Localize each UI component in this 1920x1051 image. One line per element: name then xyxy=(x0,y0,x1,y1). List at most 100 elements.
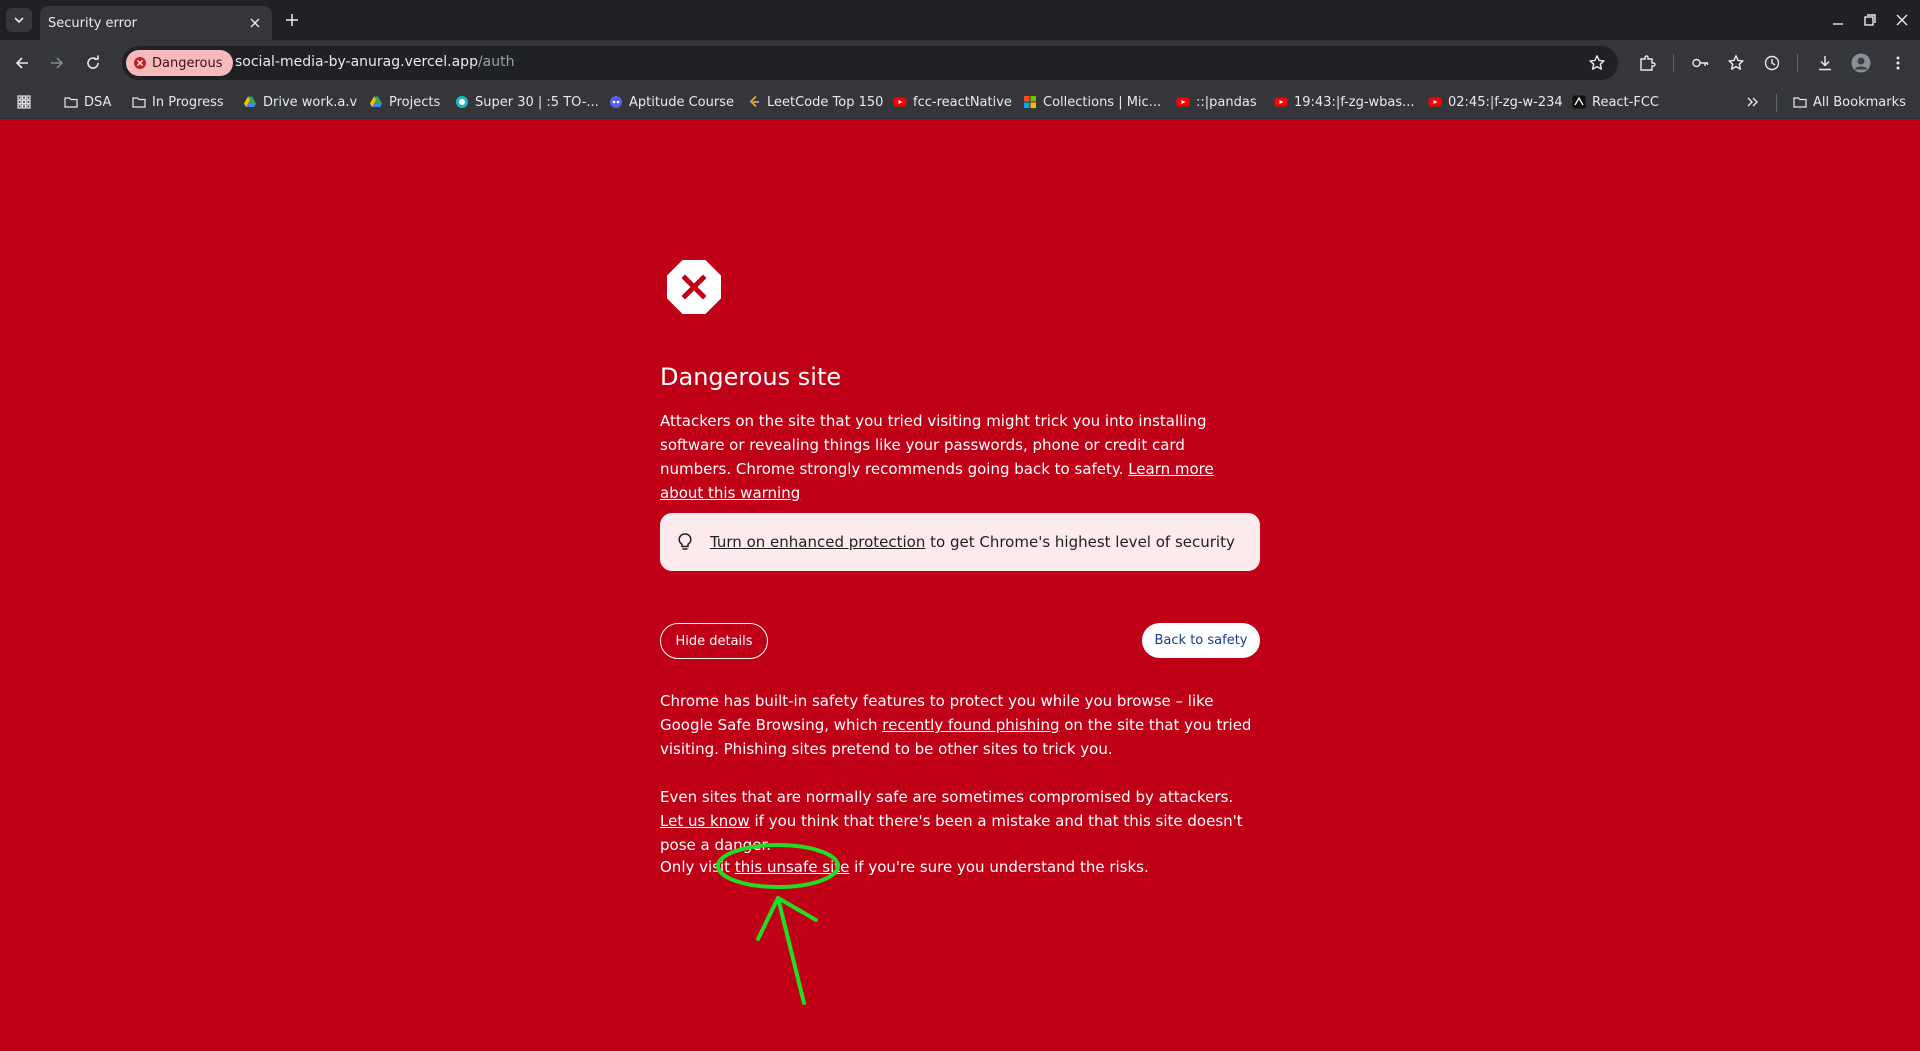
bookmark-label: Drive work.a.v xyxy=(263,94,358,110)
bookmark-item[interactable]: ::|pandas xyxy=(1176,92,1257,112)
site-icon xyxy=(1572,95,1586,109)
download-icon xyxy=(1819,56,1831,71)
youtube-icon xyxy=(1176,97,1190,107)
passwords-button[interactable] xyxy=(1689,52,1711,74)
hide-details-button[interactable]: Hide details xyxy=(660,623,768,659)
details-paragraph-1: Chrome has built-in safety features to p… xyxy=(660,689,1260,761)
back-to-safety-button[interactable]: Back to safety xyxy=(1142,623,1260,658)
let-us-know-link[interactable]: Let us know xyxy=(660,812,750,830)
plus-icon xyxy=(286,14,298,26)
bookmark-item[interactable]: React-FCC xyxy=(1572,92,1659,112)
site-icon xyxy=(610,96,622,108)
tab-close-button[interactable] xyxy=(246,14,264,32)
url-host: social-media-by-anurag.vercel.app xyxy=(235,54,478,70)
active-tab[interactable]: Security error xyxy=(40,6,272,40)
bookmark-label: React-FCC xyxy=(1592,94,1659,110)
details-paragraph-3: Only visit this unsafe site if you're su… xyxy=(660,855,1260,879)
apps-button[interactable] xyxy=(17,92,31,112)
bookmark-label: fcc-reactNative xyxy=(913,94,1012,110)
bookmark-item[interactable]: DSA xyxy=(64,92,111,112)
more-bookmarks-button[interactable] xyxy=(1746,92,1760,112)
bookmark-label: Projects xyxy=(389,94,441,110)
bookmark-item[interactable]: 02:45:|f-zg-w-234 xyxy=(1428,92,1563,112)
bookmarks-button[interactable] xyxy=(1725,52,1747,74)
details-text: if you're sure you understand the risks. xyxy=(849,858,1149,876)
menu-button[interactable] xyxy=(1887,52,1909,74)
folder-icon xyxy=(64,97,78,108)
recently-found-phishing-link[interactable]: recently found phishing xyxy=(882,716,1059,734)
restore-button[interactable] xyxy=(1860,10,1880,30)
bookmark-star-icon xyxy=(1728,55,1744,70)
address-bar[interactable]: Dangerous social-media-by-anurag.vercel.… xyxy=(122,46,1618,80)
bookmark-item[interactable]: 19:43:|f-zg-wbas... xyxy=(1274,92,1415,112)
bookmark-star-button[interactable] xyxy=(1588,54,1606,72)
bookmark-item[interactable]: Collections | Mic... xyxy=(1023,92,1161,112)
visit-unsafe-site-link[interactable]: this unsafe site xyxy=(735,858,850,876)
bookmark-item[interactable]: Super 30 | :5 TO-... xyxy=(455,92,599,112)
restore-icon xyxy=(1864,14,1876,26)
danger-stop-icon xyxy=(667,260,721,314)
bookmark-label: Collections | Mic... xyxy=(1043,94,1162,110)
leetcode-icon xyxy=(749,95,759,108)
forward-button[interactable] xyxy=(46,52,68,74)
enhanced-protection-box: Turn on enhanced protection to get Chrom… xyxy=(660,513,1260,571)
details-paragraph-2: Even sites that are normally safe are so… xyxy=(660,785,1260,857)
minimize-button[interactable] xyxy=(1828,10,1848,30)
new-tab-button[interactable] xyxy=(282,10,302,30)
arrow-left-icon xyxy=(15,57,28,69)
toolbar: Dangerous social-media-by-anurag.vercel.… xyxy=(0,40,1920,85)
security-chip-label: Dangerous xyxy=(152,55,223,71)
tab-search-button[interactable] xyxy=(6,8,32,32)
close-window-button[interactable] xyxy=(1892,10,1912,30)
youtube-icon xyxy=(1274,97,1288,107)
profile-button[interactable] xyxy=(1850,52,1872,74)
toolbar-separator xyxy=(1673,54,1674,72)
lightbulb-icon xyxy=(678,533,692,550)
bookmark-item[interactable]: Aptitude Course xyxy=(609,92,734,112)
close-icon xyxy=(250,18,260,28)
reload-icon xyxy=(87,55,99,69)
bookmark-label: ::|pandas xyxy=(1196,94,1257,110)
bookmark-label: In Progress xyxy=(152,94,224,110)
bookmark-item[interactable]: fcc-reactNative xyxy=(893,92,1012,112)
avatar xyxy=(1851,53,1871,73)
bookmark-label: DSA xyxy=(84,94,112,110)
security-chip[interactable]: Dangerous xyxy=(126,50,233,76)
enhanced-protection-link[interactable]: Turn on enhanced protection xyxy=(710,533,925,551)
details-text: Only visit xyxy=(660,858,735,876)
site-icon xyxy=(456,96,468,108)
kebab-menu-icon xyxy=(1896,56,1900,70)
danger-icon xyxy=(134,57,146,69)
history-button[interactable] xyxy=(1761,52,1783,74)
bookmark-item[interactable]: Drive work.a.v xyxy=(243,92,357,112)
bookmark-item[interactable]: In Progress xyxy=(132,92,224,112)
arrow-right-icon xyxy=(51,57,64,69)
toolbar-separator xyxy=(1797,54,1798,72)
highlight-arrow xyxy=(756,896,818,1005)
back-button[interactable] xyxy=(11,52,33,74)
microsoft-icon xyxy=(1024,96,1036,108)
bookmarks-separator xyxy=(1776,94,1777,112)
chevron-down-icon xyxy=(14,17,24,24)
double-chevron-right-icon xyxy=(1747,97,1758,107)
all-bookmarks-button[interactable]: All Bookmarks xyxy=(1793,92,1906,112)
youtube-icon xyxy=(1428,97,1442,107)
minimize-icon xyxy=(1833,23,1843,25)
history-icon xyxy=(1764,55,1780,71)
bookmark-label: 02:45:|f-zg-w-234 xyxy=(1448,94,1563,110)
bookmark-label: Super 30 | :5 TO-... xyxy=(475,94,599,110)
bookmark-label: LeetCode Top 150 xyxy=(767,94,884,110)
extensions-button[interactable] xyxy=(1636,52,1658,74)
downloads-button[interactable] xyxy=(1814,52,1836,74)
url-text[interactable]: social-media-by-anurag.vercel.app/auth xyxy=(235,54,514,70)
all-bookmarks-label: All Bookmarks xyxy=(1813,94,1906,110)
warning-text: Attackers on the site that you tried vis… xyxy=(660,412,1207,478)
youtube-icon xyxy=(893,97,907,107)
bookmark-label: Aptitude Course xyxy=(629,94,734,110)
drive-icon xyxy=(370,96,382,107)
bookmark-item[interactable]: Projects xyxy=(369,92,440,112)
url-path: /auth xyxy=(477,54,515,70)
folder-icon xyxy=(1793,97,1807,108)
reload-button[interactable] xyxy=(82,52,104,74)
bookmark-item[interactable]: LeetCode Top 150 xyxy=(747,92,883,112)
